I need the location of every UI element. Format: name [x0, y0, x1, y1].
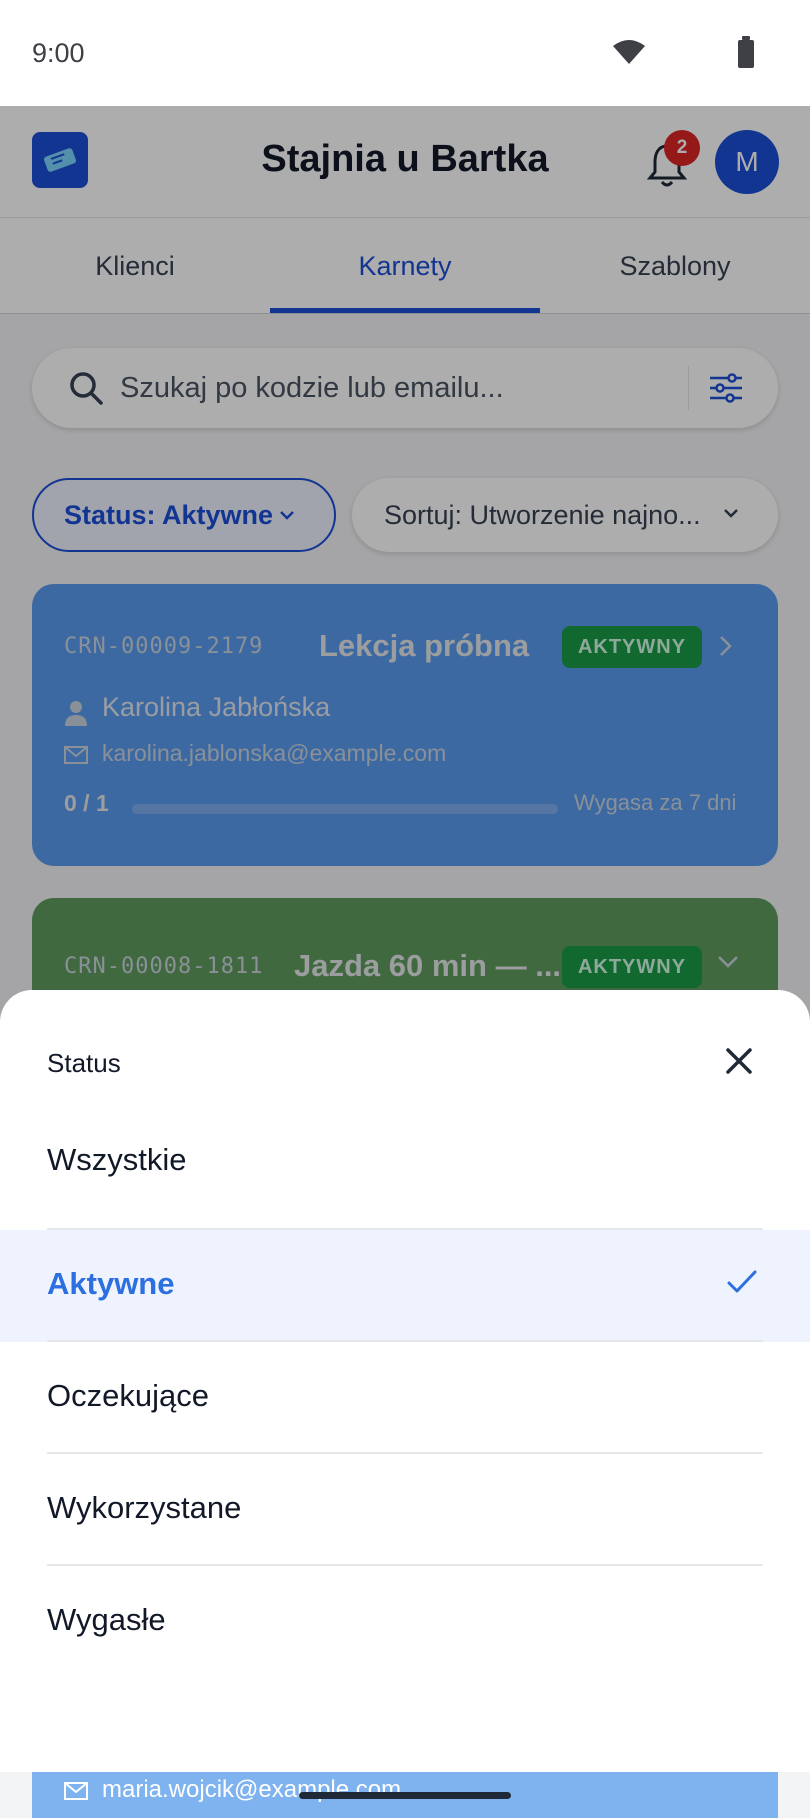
- status-option-wykorzystane[interactable]: Wykorzystane: [0, 1454, 810, 1566]
- option-label: Wykorzystane: [47, 1490, 242, 1525]
- status-bar: 9:00: [0, 0, 810, 106]
- status-option-aktywne[interactable]: Aktywne: [0, 1230, 810, 1342]
- status-time: 9:00: [32, 38, 85, 68]
- card-email: maria.wojcik@example.com: [102, 1776, 402, 1803]
- status-option-wygasle[interactable]: Wygasłe: [0, 1566, 810, 1678]
- mail-icon: [64, 1782, 88, 1800]
- status-option-wszystkie[interactable]: Wszystkie: [0, 1106, 810, 1218]
- battery-icon: [738, 36, 754, 68]
- status-option-oczekujace[interactable]: Oczekujące: [0, 1342, 810, 1454]
- wifi-icon: [613, 40, 645, 64]
- sheet-title: Status: [47, 1048, 121, 1078]
- home-indicator[interactable]: [299, 1792, 511, 1799]
- option-label: Oczekujące: [47, 1378, 209, 1413]
- check-icon: [727, 1270, 757, 1293]
- option-label: Wszystkie: [47, 1142, 187, 1177]
- option-label: Wygasłe: [47, 1602, 166, 1637]
- close-icon[interactable]: [722, 1044, 756, 1078]
- status-bottom-sheet: Status Wszystkie Aktywne Oczekujące Wyko…: [0, 990, 810, 1772]
- option-label: Aktywne: [47, 1266, 175, 1301]
